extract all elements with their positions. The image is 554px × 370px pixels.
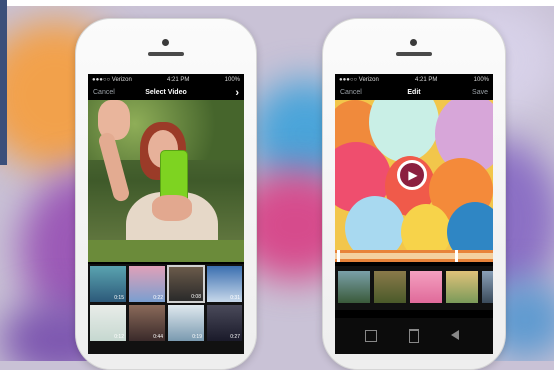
edit-toolbar	[335, 318, 493, 354]
status-bar: ●●●○○ Verizon 4:21 PM 100%	[88, 74, 244, 85]
page-title: Select Video	[145, 89, 187, 96]
video-thumbnail[interactable]: 0:44	[128, 304, 166, 342]
duration-label: 0:31	[230, 295, 240, 301]
page-title: Edit	[407, 89, 421, 96]
carrier: ●●●○○ Verizon	[339, 76, 379, 83]
clip-thumbnail[interactable]	[373, 270, 407, 304]
front-camera	[162, 39, 169, 46]
duration-label: 0:19	[192, 334, 202, 340]
trim-range	[335, 253, 493, 259]
speaker-grille	[396, 52, 432, 56]
clock: 4:21 PM	[415, 76, 438, 83]
clock: 4:21 PM	[167, 76, 190, 83]
next-chevron-icon[interactable]: ›	[235, 87, 239, 99]
trash-icon[interactable]	[409, 329, 419, 343]
duration-label: 0:44	[153, 334, 163, 340]
trim-handle-left[interactable]	[337, 250, 340, 262]
play-icon: ▶	[408, 168, 418, 182]
carrier: ●●●○○ Verizon	[92, 76, 132, 83]
duration-label: 0:08	[191, 294, 201, 300]
ground	[88, 240, 244, 262]
mute-icon[interactable]	[451, 330, 459, 340]
duration-label: 0:12	[114, 334, 124, 340]
clip-thumbnail[interactable]	[481, 270, 493, 304]
right-screen: ●●●○○ Verizon 4:21 PM 100% Cancel Edit S…	[335, 74, 493, 354]
status-bar: ●●●○○ Verizon 4:21 PM 100%	[335, 74, 493, 85]
duration-label: 0:22	[153, 295, 163, 301]
crop-icon[interactable]	[365, 330, 377, 342]
trim-handle-right[interactable]	[455, 250, 458, 262]
video-grid: 0:15 0:22 0:08 0:31 0:12 0:44 0:19 0:27	[88, 264, 244, 354]
video-thumbnail[interactable]: 0:15	[89, 265, 127, 303]
trim-scrubber[interactable]	[335, 250, 493, 262]
left-screen: ●●●○○ Verizon 4:21 PM 100% Cancel Select…	[88, 74, 244, 354]
video-thumbnail[interactable]: 0:22	[128, 265, 166, 303]
video-preview[interactable]	[88, 100, 244, 262]
save-button[interactable]: Save	[472, 89, 488, 96]
nav-bar: Cancel Select Video ›	[88, 85, 244, 100]
video-thumbnail[interactable]: 0:31	[206, 265, 243, 303]
video-preview[interactable]: ▶	[335, 100, 493, 250]
video-thumbnail[interactable]: 0:08	[167, 265, 205, 303]
right-phone: ●●●○○ Verizon 4:21 PM 100% Cancel Edit S…	[322, 18, 506, 370]
battery: 100%	[224, 76, 240, 83]
video-thumbnail[interactable]: 0:12	[89, 304, 127, 342]
battery: 100%	[473, 76, 489, 83]
speaker-grille	[148, 52, 184, 56]
front-camera	[410, 39, 417, 46]
video-thumbnail[interactable]: 0:27	[206, 304, 243, 342]
top-edge	[0, 0, 554, 6]
duration-label: 0:15	[114, 295, 124, 301]
clip-thumbnail[interactable]	[337, 270, 371, 304]
hand-holding-phone	[152, 195, 192, 221]
left-phone: ●●●○○ Verizon 4:21 PM 100% Cancel Select…	[75, 18, 257, 370]
nav-bar: Cancel Edit Save	[335, 85, 493, 100]
clip-strip	[335, 266, 493, 310]
duration-label: 0:27	[230, 334, 240, 340]
play-button[interactable]: ▶	[397, 160, 427, 190]
clip-thumbnail[interactable]	[445, 270, 479, 304]
clip-thumbnail[interactable]	[409, 270, 443, 304]
left-edge-strip	[0, 0, 7, 165]
video-thumbnail[interactable]: 0:19	[167, 304, 205, 342]
